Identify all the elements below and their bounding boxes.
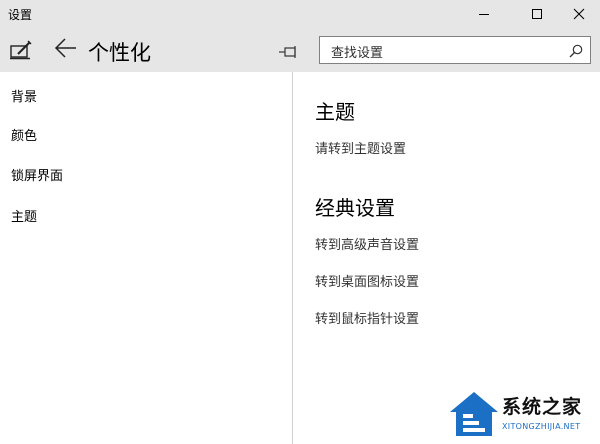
sidebar-item-lock-screen[interactable]: 锁屏界面	[11, 165, 63, 184]
settings-header: 个性化 查找设置	[0, 28, 600, 72]
close-button[interactable]	[556, 0, 600, 28]
watermark-url: XITONGZHIJIA.NET	[502, 422, 581, 431]
minimize-icon	[479, 14, 489, 15]
search-input[interactable]: 查找设置	[319, 36, 591, 64]
close-icon	[573, 8, 585, 20]
search-icon[interactable]	[569, 43, 583, 62]
house-logo-icon	[450, 392, 498, 436]
back-arrow-icon[interactable]	[54, 37, 78, 63]
advanced-sound-settings-link[interactable]: 转到高级声音设置	[315, 234, 419, 253]
classic-settings-heading: 经典设置	[315, 196, 395, 220]
maximize-icon	[532, 9, 542, 19]
theme-section-heading: 主题	[315, 100, 355, 124]
maximize-button[interactable]	[514, 0, 560, 28]
minimize-button[interactable]	[461, 0, 507, 28]
mouse-pointer-settings-link[interactable]: 转到鼠标指针设置	[315, 308, 419, 327]
go-to-theme-settings-link[interactable]: 请转到主题设置	[315, 138, 406, 157]
sidebar-item-background[interactable]: 背景	[11, 86, 37, 105]
watermark-brand: 系统之家	[502, 396, 583, 418]
sidebar-nav: 背景 颜色 锁屏界面 主题	[0, 72, 292, 444]
window-title: 设置	[8, 8, 33, 22]
personalization-brush-icon	[10, 40, 32, 64]
sidebar-item-colors[interactable]: 颜色	[11, 125, 37, 144]
sidebar-item-themes[interactable]: 主题	[11, 206, 37, 225]
title-bar: 设置	[0, 0, 600, 28]
pin-icon[interactable]	[279, 43, 299, 62]
desktop-icon-settings-link[interactable]: 转到桌面图标设置	[315, 271, 419, 290]
page-title: 个性化	[88, 41, 151, 65]
search-placeholder: 查找设置	[331, 46, 384, 61]
site-watermark: 系统之家 XITONGZHIJIA.NET	[448, 388, 598, 442]
